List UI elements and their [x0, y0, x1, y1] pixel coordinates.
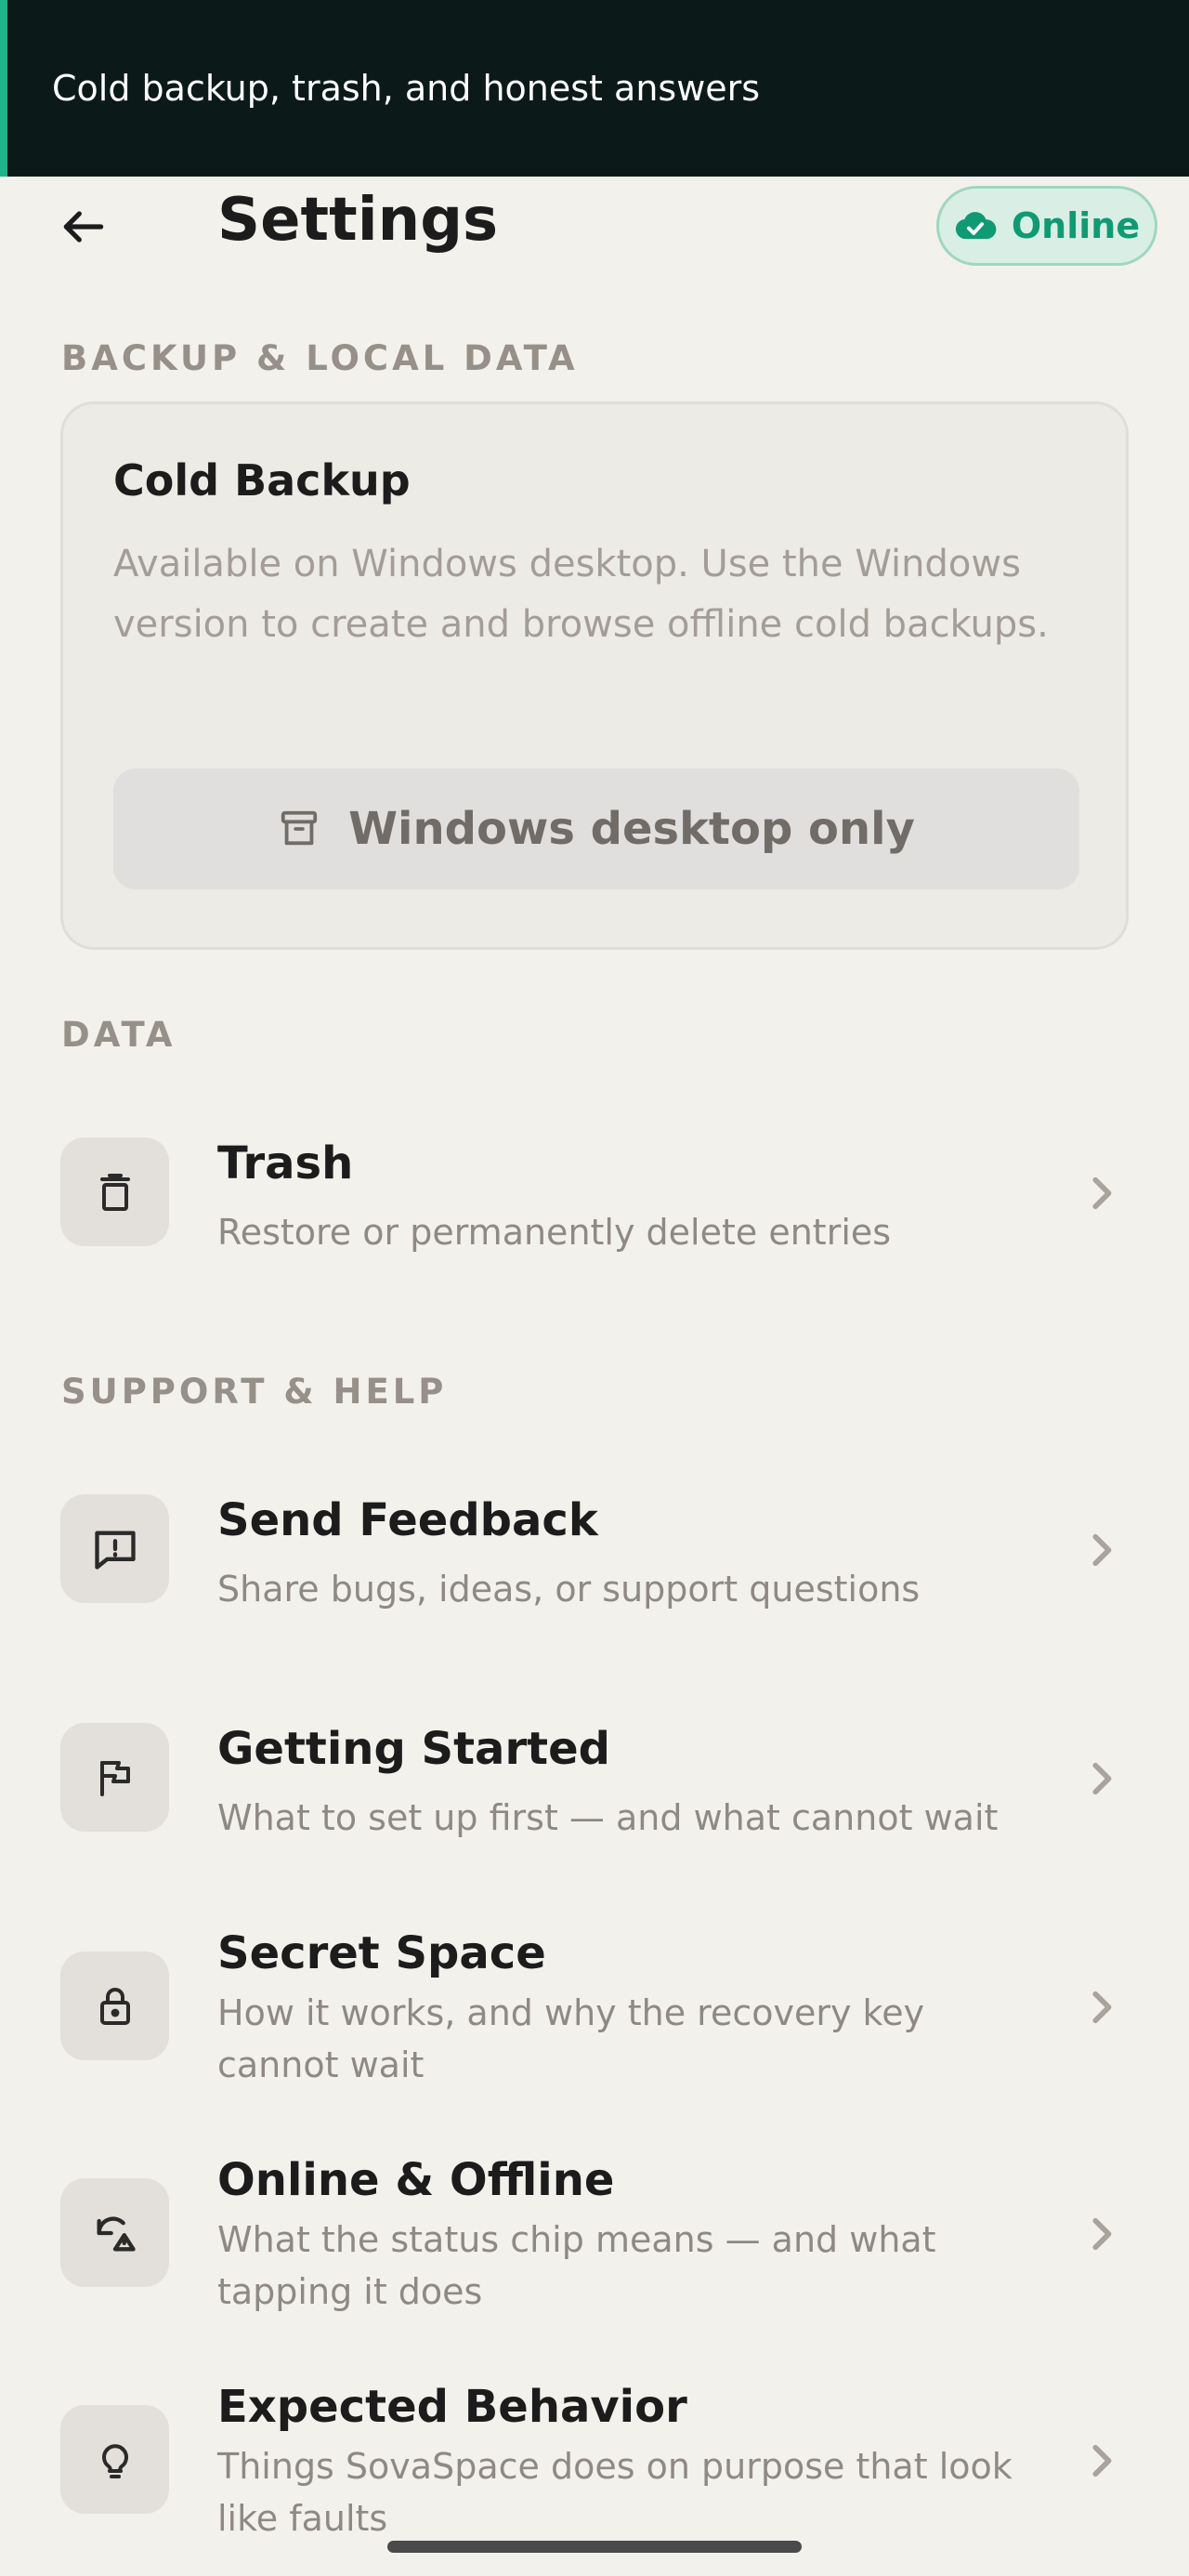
feedback-icon-box	[60, 1494, 169, 1603]
home-indicator[interactable]	[387, 2541, 802, 2553]
settings-item-title: Getting Started	[217, 1723, 610, 1775]
settings-item-title: Trash	[217, 1137, 354, 1189]
lightbulb-icon	[101, 2443, 128, 2478]
flag-icon	[99, 1760, 130, 1796]
status-chip-label: Online	[1011, 205, 1141, 246]
windows-desktop-only-label: Windows desktop only	[348, 803, 915, 855]
lightbulb-icon-box	[60, 2405, 169, 2514]
settings-item-subtitle: How it works, and why the recovery key c…	[217, 1992, 925, 2085]
settings-item-title: Online & Offline	[217, 2154, 615, 2206]
settings-item-title: Secret Space	[217, 1927, 546, 1979]
archive-icon	[281, 810, 318, 846]
flag-icon-box	[60, 1723, 169, 1832]
settings-item-subtitle: Restore or permanently delete entries	[217, 1212, 892, 1253]
top-banner: Cold backup, trash, and honest answers	[0, 0, 1189, 177]
page-title: Settings	[217, 186, 499, 255]
feedback-icon	[94, 1531, 136, 1570]
settings-item-online-offline[interactable]: Online & Offline What the status chip me…	[0, 2154, 1189, 2340]
section-label-backup: BACKUP & LOCAL DATA	[61, 338, 579, 378]
back-button[interactable]	[46, 190, 121, 264]
settings-item-trash[interactable]: Trash Restore or permanently delete entr…	[0, 1115, 1189, 1273]
settings-item-getting-started[interactable]: Getting Started What to set up first — a…	[0, 1701, 1189, 1859]
cloud-sync-icon-box	[60, 2178, 169, 2287]
cold-backup-card: Cold Backup Available on Windows desktop…	[60, 401, 1129, 950]
settings-item-subtitle: What the status chip means — and what ta…	[217, 2219, 936, 2312]
settings-item-title: Expected Behavior	[217, 2381, 687, 2433]
settings-item-subtitle: Share bugs, ideas, or support questions	[217, 1569, 921, 1610]
chevron-right-icon	[1092, 1991, 1112, 2024]
lock-icon	[99, 1987, 130, 2025]
settings-item-expected-behavior[interactable]: Expected Behavior Things SovaSpace does …	[0, 2381, 1189, 2567]
chevron-right-icon	[1092, 1533, 1112, 1567]
status-chip[interactable]: Online	[936, 186, 1157, 266]
banner-text: Cold backup, trash, and honest answers	[52, 68, 761, 109]
chevron-right-icon	[1092, 2217, 1112, 2251]
cloud-check-icon	[955, 212, 997, 240]
section-label-data: DATA	[61, 1015, 176, 1055]
settings-item-secret-space[interactable]: Secret Space How it works, and why the r…	[0, 1927, 1189, 2113]
trash-icon-box	[60, 1137, 169, 1246]
trash-icon	[99, 1173, 130, 1211]
settings-item-subtitle: Things SovaSpace does on purpose that lo…	[217, 2446, 1013, 2539]
chevron-right-icon	[1092, 2444, 1112, 2477]
windows-desktop-only-button[interactable]: Windows desktop only	[113, 769, 1079, 889]
chevron-right-icon	[1092, 1176, 1112, 1210]
section-label-support: SUPPORT & HELP	[61, 1372, 448, 1412]
settings-item-subtitle: What to set up first — and what cannot w…	[217, 1797, 999, 1838]
arrow-left-icon	[63, 211, 104, 243]
cold-backup-title: Cold Backup	[113, 455, 411, 506]
lock-icon-box	[60, 1952, 169, 2060]
cold-backup-description: Available on Windows desktop. Use the Wi…	[113, 543, 1049, 646]
settings-item-title: Send Feedback	[217, 1494, 598, 1546]
chevron-right-icon	[1092, 1762, 1112, 1795]
settings-item-send-feedback[interactable]: Send Feedback Share bugs, ideas, or supp…	[0, 1472, 1189, 1630]
app-bar: Settings Online	[0, 177, 1189, 274]
cloud-sync-icon	[96, 2215, 136, 2251]
